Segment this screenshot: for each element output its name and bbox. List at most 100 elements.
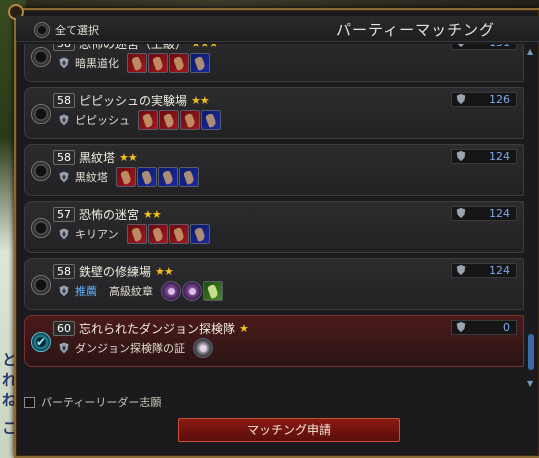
member-count: 124 [451,206,517,221]
member-shield-icon [456,264,466,276]
dungeon-name: 黒紋塔 [79,151,116,165]
dungeon-row[interactable]: 58 鉄壁の修練場 ★★ 推薦 高級紋章 124 [24,258,524,310]
recommended-label: 推薦 [75,285,97,298]
reward-label: ピピッシュ [75,114,130,127]
difficulty-stars: ★★ [191,94,210,107]
reward-item-icon[interactable] [203,281,223,301]
reward-item-icon[interactable] [116,167,136,187]
member-count-value: 124 [489,207,510,220]
member-count-value: 124 [489,264,510,277]
reward-items [193,338,213,358]
dungeon-row[interactable]: 58 黒紋塔 ★★ 黒紋塔 124 [24,144,524,196]
party-matching-window: 全て選択 パーティーマッチング 58 恐怖の迷宮（上級） ★★★ 暗黒道化 13… [8,4,539,458]
dungeon-radio-icon[interactable]: ✔ [31,332,51,352]
member-count: 0 [451,320,517,335]
party-shield-icon [58,284,70,298]
dungeon-name: 恐怖の迷宮 [79,208,140,222]
reward-item-icon[interactable] [148,53,168,73]
dungeon-level: 58 [53,264,75,279]
window-title: パーティーマッチング [336,21,496,39]
reward-item-icon[interactable] [161,281,181,301]
reward-label: キリアン [75,228,119,241]
select-all-radio-icon[interactable] [34,22,50,38]
reward-item-icon[interactable] [168,224,189,244]
dungeon-row[interactable]: 58 恐怖の迷宮（上級） ★★★ 暗黒道化 131 [24,44,524,82]
reward-items [126,224,210,244]
dungeon-name: ピピッシュの実験場 [79,94,188,108]
reward-item-icon[interactable] [158,167,178,187]
dungeon-level: 58 [53,150,75,165]
party-shield-icon [58,341,70,355]
select-all-label: 全て選択 [55,24,99,37]
member-count: 124 [451,263,517,278]
reward-item-icon[interactable] [169,53,189,73]
scroll-up-icon[interactable]: ▲ [527,48,535,56]
party-shield-icon [58,170,70,184]
dungeon-level: 58 [53,44,75,51]
reward-item-icon[interactable] [180,110,200,130]
difficulty-stars: ★★★ [191,44,219,50]
reward-item-icon[interactable] [137,167,157,187]
dungeon-radio-icon[interactable] [31,104,51,124]
reward-items [127,53,210,73]
reward-item-icon[interactable] [190,53,210,73]
dungeon-row[interactable]: 57 恐怖の迷宮 ★★ キリアン 124 [24,201,524,253]
reward-item-icon[interactable] [182,281,202,301]
reward-item-icon[interactable] [126,224,147,244]
member-count-value: 131 [489,44,510,49]
difficulty-stars: ★ [239,322,249,335]
dungeon-name: 忘れられたダンジョン探検隊 [79,322,236,336]
dungeon-level: 57 [53,207,75,222]
difficulty-stars: ★★ [119,151,138,164]
reward-item-icon[interactable] [147,224,168,244]
match-request-button[interactable]: マッチング申請 [178,418,400,442]
party-shield-icon [58,227,70,241]
leader-label: パーティーリーダー志願 [41,396,162,409]
dungeon-list: 58 恐怖の迷宮（上級） ★★★ 暗黒道化 131 58 ピピッシュの実験場 ★… [24,44,524,390]
reward-label: 高級紋章 [109,285,153,298]
reward-item-icon[interactable] [193,338,213,358]
titlebar: 全て選択 パーティーマッチング [16,16,539,42]
reward-items [161,281,223,301]
party-shield-icon [58,113,70,127]
scroll-down-icon[interactable]: ▼ [527,380,535,388]
leader-checkbox[interactable] [24,396,35,408]
party-shield-icon [58,56,70,70]
scroll-thumb[interactable] [528,334,534,370]
dungeon-radio-icon[interactable] [31,47,51,67]
reward-item-icon[interactable] [179,167,199,187]
reward-items [116,167,199,187]
difficulty-stars: ★★ [155,265,174,278]
member-count: 131 [451,44,517,50]
reward-item-icon[interactable] [201,110,221,130]
scrollbar[interactable]: ▲ ▼ [526,44,536,390]
member-shield-icon [457,44,465,48]
dungeon-level: 60 [53,321,75,336]
member-shield-icon [456,207,466,219]
member-count-value: 124 [489,150,510,163]
member-shield-icon [456,93,466,105]
select-all-toggle[interactable]: 全て選択 [34,22,99,38]
dungeon-radio-icon[interactable] [31,161,51,181]
member-count-value: 126 [489,93,510,106]
reward-label: 暗黒道化 [75,57,119,70]
member-shield-icon [456,150,466,162]
dungeon-name: 鉄壁の修練場 [79,265,152,279]
dungeon-name: 恐怖の迷宮（上級） [79,44,188,51]
reward-item-icon[interactable] [138,110,158,130]
dungeon-row[interactable]: 58 ピピッシュの実験場 ★★ ピピッシュ 126 [24,87,524,139]
member-shield-icon [456,321,466,333]
member-count-value: 0 [503,321,510,334]
reward-item-icon[interactable] [127,53,147,73]
reward-item-icon[interactable] [189,224,210,244]
reward-label: ダンジョン探検隊の証 [75,342,185,355]
member-count: 124 [451,149,517,164]
reward-items [138,110,221,130]
member-count: 126 [451,92,517,107]
reward-label: 黒紋塔 [75,171,108,184]
reward-item-icon[interactable] [159,110,179,130]
dungeon-radio-icon[interactable] [31,218,51,238]
dungeon-radio-icon[interactable] [31,275,51,295]
leader-volunteer[interactable]: パーティーリーダー志願 [24,394,161,410]
dungeon-row[interactable]: ✔ 60 忘れられたダンジョン探検隊 ★ ダンジョン探検隊の証 0 [24,315,524,367]
